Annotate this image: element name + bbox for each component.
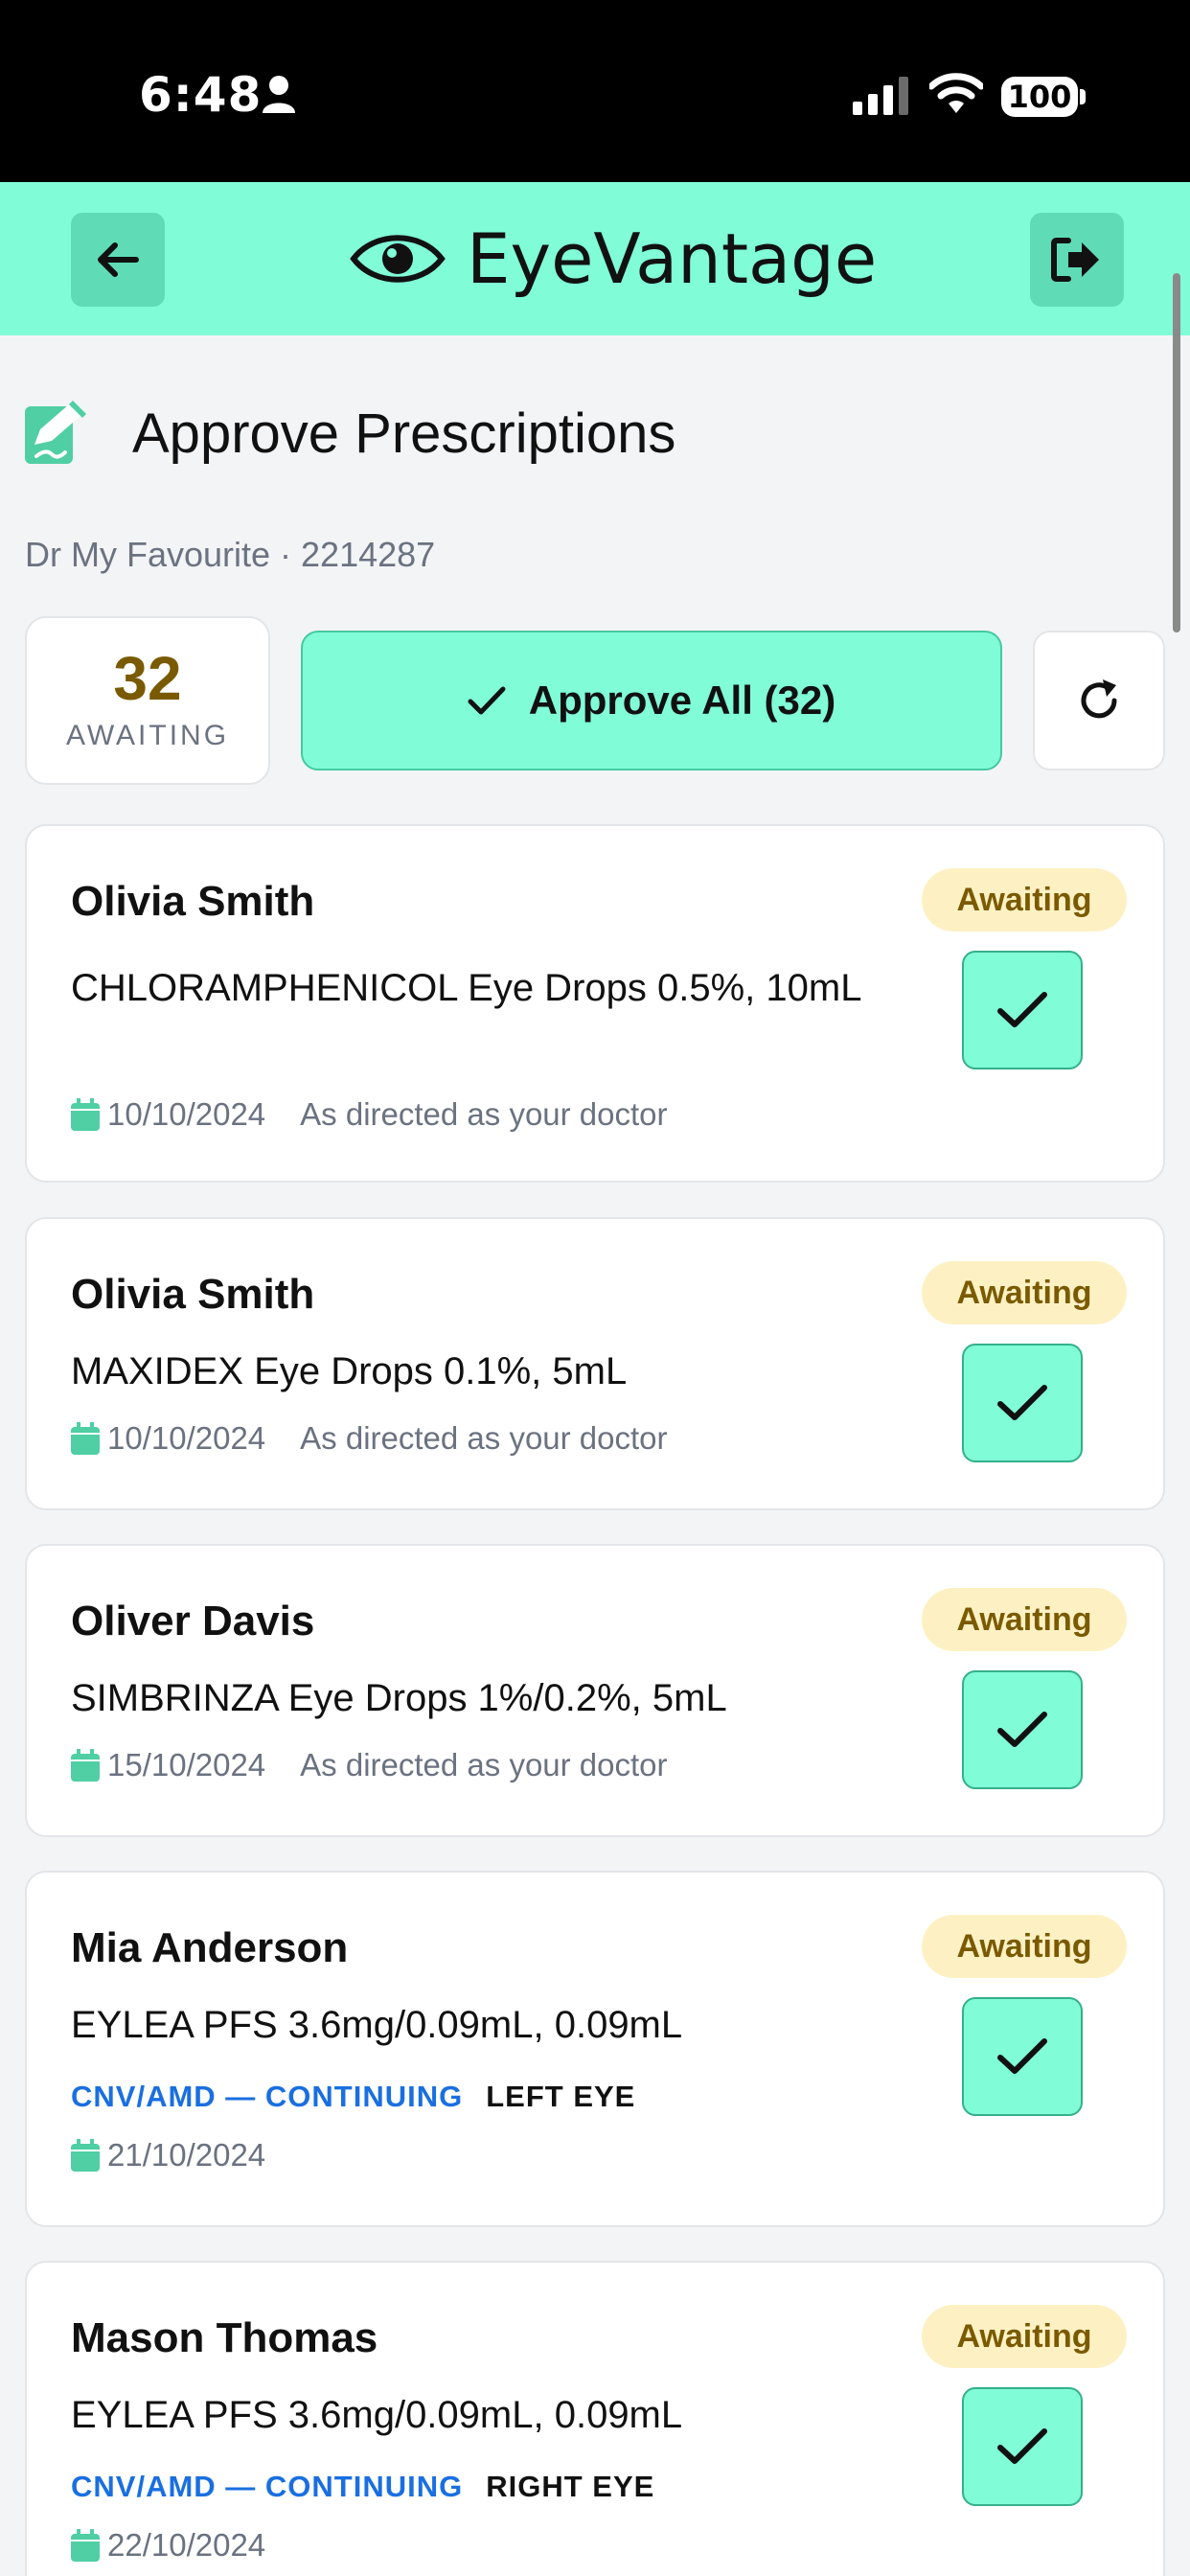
status-badge: Awaiting <box>922 2305 1127 2368</box>
awaiting-count: 32 <box>113 644 182 713</box>
approve-button[interactable] <box>962 951 1083 1070</box>
status-badge: Awaiting <box>922 868 1127 932</box>
directions: As directed as your doctor <box>300 1096 668 1132</box>
patient-name: Olivia Smith <box>71 1271 315 1318</box>
prescription-date: 15/10/2024 <box>107 1747 266 1782</box>
page-title: Approve Prescriptions <box>132 402 676 465</box>
battery-indicator: 100 <box>1001 77 1078 117</box>
eye-tag: RIGHT EYE <box>486 2470 655 2503</box>
condition-tags: CNV/AMD — CONTINUING RIGHT EYE <box>71 2470 654 2504</box>
prescription-meta: 22/10/2024 <box>71 2527 265 2564</box>
app-name: EyeVantage <box>467 218 878 299</box>
patient-name: Olivia Smith <box>71 878 315 925</box>
awaiting-count-box: 32 AWAITING <box>25 616 270 785</box>
calendar-icon <box>71 2139 100 2172</box>
check-icon <box>997 1712 1047 1747</box>
approve-button[interactable] <box>962 1997 1083 2116</box>
check-icon <box>468 686 506 715</box>
logout-button[interactable] <box>1030 213 1124 307</box>
check-icon <box>997 2428 1047 2464</box>
prescription-meta: 10/10/2024 As directed as your doctor <box>71 1420 668 1457</box>
status-badge: Awaiting <box>922 1261 1127 1324</box>
status-bar: 6:48 100 <box>0 0 1190 182</box>
directions: As directed as your doctor <box>300 1420 668 1456</box>
status-badge: Awaiting <box>922 1588 1127 1651</box>
approve-button[interactable] <box>962 1670 1083 1789</box>
medication: SIMBRINZA Eye Drops 1%/0.2%, 5mL <box>71 1677 727 1719</box>
patient-name: Mia Anderson <box>71 1924 349 1971</box>
approve-button[interactable] <box>962 1344 1083 1462</box>
calendar-icon <box>71 1098 100 1131</box>
prescription-date: 21/10/2024 <box>107 2137 266 2173</box>
status-badge: Awaiting <box>922 1915 1127 1978</box>
scroll-indicator[interactable] <box>1173 273 1180 632</box>
app-header: EyeVantage <box>0 182 1190 335</box>
back-arrow-icon <box>98 242 139 277</box>
eye-logo-icon <box>350 235 446 283</box>
prescription-meta: 10/10/2024 As directed as your doctor <box>71 1096 668 1133</box>
patient-name: Mason Thomas <box>71 2314 378 2361</box>
calendar-icon <box>71 1422 100 1455</box>
prescription-card: Oliver Davis Awaiting SIMBRINZA Eye Drop… <box>25 1544 1165 1837</box>
prescription-date: 10/10/2024 <box>107 1096 266 1132</box>
battery-tip <box>1080 89 1086 104</box>
patient-name: Oliver Davis <box>71 1598 315 1644</box>
status-time: 6:48 <box>139 67 263 123</box>
prescription-meta: 21/10/2024 <box>71 2137 265 2174</box>
signal-icon <box>853 77 908 115</box>
prescription-card: Mason Thomas Awaiting EYLEA PFS 3.6mg/0.… <box>25 2261 1165 2576</box>
directions: As directed as your doctor <box>300 1747 668 1782</box>
condition-tags: CNV/AMD — CONTINUING LEFT EYE <box>71 2080 635 2114</box>
prescription-date: 10/10/2024 <box>107 1420 266 1456</box>
brand: EyeVantage <box>350 213 877 305</box>
awaiting-label: AWAITING <box>65 720 230 751</box>
check-icon <box>997 2038 1047 2074</box>
edit-document-icon <box>25 401 86 464</box>
medication: EYLEA PFS 3.6mg/0.09mL, 0.09mL <box>71 2394 683 2436</box>
medication: MAXIDEX Eye Drops 0.1%, 5mL <box>71 1350 628 1392</box>
prescription-card: Olivia Smith Awaiting MAXIDEX Eye Drops … <box>25 1217 1165 1510</box>
approve-all-label: Approve All (32) <box>528 678 836 723</box>
approve-all-button[interactable]: Approve All (32) <box>301 631 1002 770</box>
wifi-icon <box>929 73 983 113</box>
refresh-button[interactable] <box>1033 631 1165 770</box>
medication: EYLEA PFS 3.6mg/0.09mL, 0.09mL <box>71 2004 683 2046</box>
logout-icon <box>1051 238 1099 282</box>
approve-button[interactable] <box>962 2387 1083 2506</box>
condition-tag: CNV/AMD — CONTINUING <box>71 2080 464 2113</box>
prescription-card: Olivia Smith Awaiting CHLORAMPHENICOL Ey… <box>25 824 1165 1183</box>
prescription-card: Mia Anderson Awaiting EYLEA PFS 3.6mg/0.… <box>25 1871 1165 2227</box>
check-icon <box>997 1385 1047 1420</box>
eye-tag: LEFT EYE <box>486 2080 636 2113</box>
medication: CHLORAMPHENICOL Eye Drops 0.5%, 10mL <box>71 967 862 1009</box>
check-icon <box>997 992 1047 1027</box>
condition-tag: CNV/AMD — CONTINUING <box>71 2470 464 2503</box>
person-icon <box>263 76 295 113</box>
calendar-icon <box>71 2529 100 2562</box>
calendar-icon <box>71 1749 100 1782</box>
page-heading: Approve Prescriptions <box>23 401 675 466</box>
back-button[interactable] <box>71 213 165 307</box>
doctor-info: Dr My Favourite · 2214287 <box>25 535 436 574</box>
prescription-meta: 15/10/2024 As directed as your doctor <box>71 1747 668 1783</box>
refresh-icon <box>1081 679 1117 719</box>
prescription-date: 22/10/2024 <box>107 2527 266 2563</box>
